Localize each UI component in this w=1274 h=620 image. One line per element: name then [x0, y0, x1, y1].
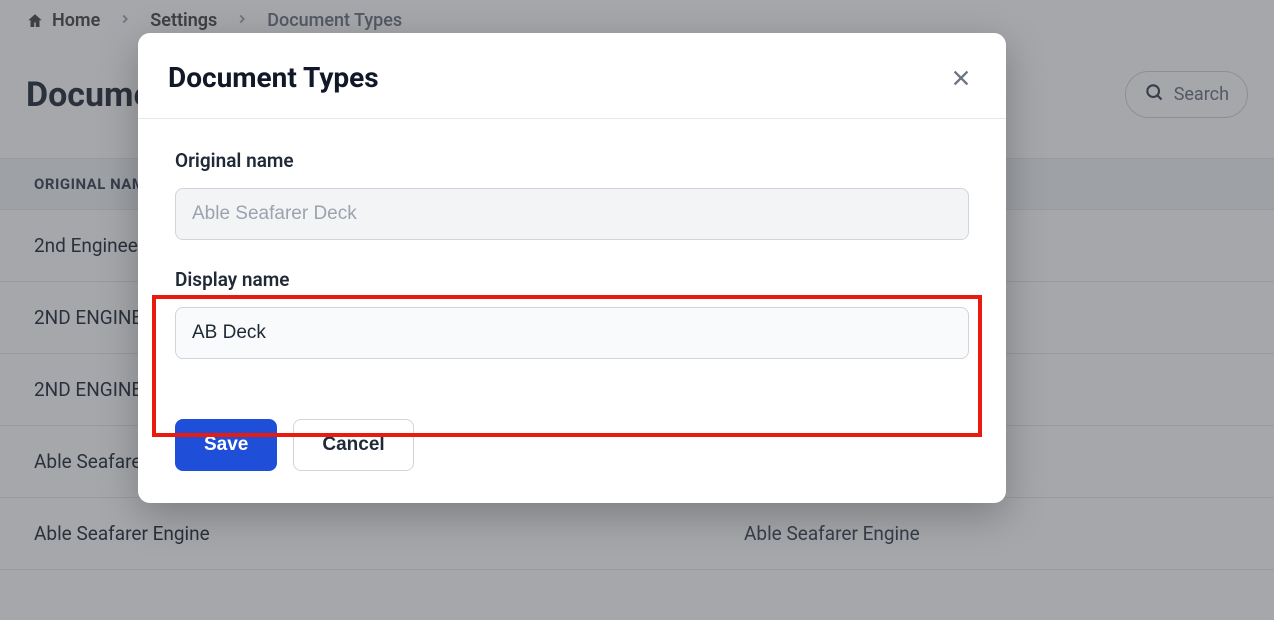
close-icon — [950, 67, 972, 89]
edit-document-type-modal: Document Types Original name Display nam… — [138, 33, 1006, 503]
cancel-button[interactable]: Cancel — [293, 419, 413, 471]
save-button[interactable]: Save — [175, 419, 277, 471]
modal-header: Document Types — [138, 33, 1006, 119]
display-name-label: Display name — [175, 268, 969, 291]
original-name-field: Original name — [175, 149, 969, 240]
modal-title: Document Types — [168, 61, 379, 94]
display-name-input[interactable] — [175, 307, 969, 359]
modal-body: Original name Display name — [138, 119, 1006, 397]
original-name-input — [175, 188, 969, 240]
modal-actions: Save Cancel — [138, 397, 1006, 503]
original-name-label: Original name — [175, 149, 969, 172]
display-name-field: Display name — [175, 268, 969, 359]
modal-close-button[interactable] — [946, 63, 976, 93]
